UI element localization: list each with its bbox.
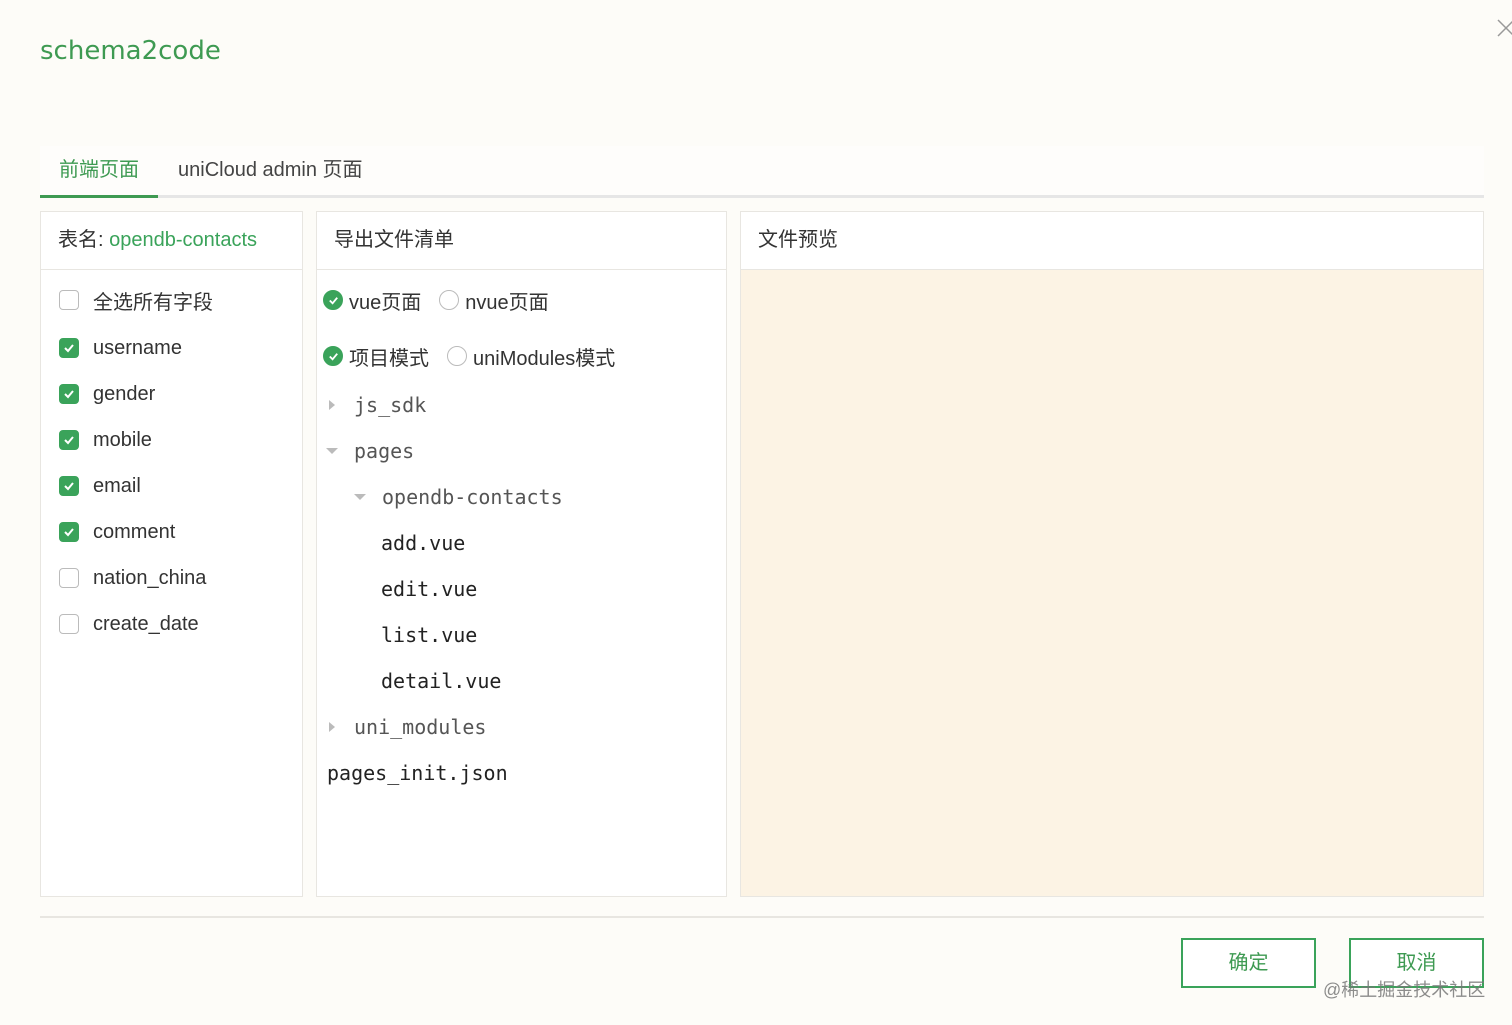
checkbox-check-icon (64, 436, 74, 445)
checkbox-check-icon (64, 390, 74, 399)
page-type-radio-group: vue页面 nvue页面 (323, 286, 567, 314)
tree-file-detail-vue[interactable]: detail.vue (381, 666, 501, 696)
preview-panel-header: 文件预览 (741, 212, 1483, 270)
field-checkbox-create-date[interactable]: create_date (59, 610, 199, 638)
preview-panel: 文件预览 (740, 211, 1484, 897)
tree-folder-js-sdk[interactable]: js_sdk (325, 390, 426, 420)
file-preview-area (741, 270, 1483, 896)
radio-label: vue页面 (349, 291, 422, 314)
tree-file-add-vue[interactable]: add.vue (381, 528, 465, 558)
tree-file-pages-init-json[interactable]: pages_init.json (327, 758, 508, 788)
tree-label: add.vue (381, 531, 466, 555)
radio-label: 项目模式 (349, 347, 429, 370)
field-label: gender (93, 382, 156, 405)
tree-file-list-vue[interactable]: list.vue (381, 620, 477, 650)
caret-down-icon (354, 494, 366, 500)
checkbox[interactable] (59, 614, 79, 634)
tree-label: opendb-contacts (382, 485, 563, 509)
field-label: mobile (93, 428, 152, 451)
footer-divider (40, 916, 1484, 918)
radio-check-icon (328, 296, 338, 305)
checkbox[interactable] (59, 522, 79, 542)
caret-right-icon (329, 722, 335, 732)
field-label: username (93, 336, 182, 359)
field-label: email (93, 474, 141, 497)
radio-check-icon (328, 352, 338, 361)
tree-folder-pages[interactable]: pages (325, 436, 414, 466)
radio-nvue-page[interactable]: nvue页面 (439, 286, 549, 315)
radio-label: uniModules模式 (473, 347, 616, 370)
tab-bar: 前端页面 uniCloud admin 页面 (40, 146, 1484, 198)
tree-label: pages (354, 439, 415, 463)
tree-label: pages_init.json (327, 761, 508, 785)
checkbox[interactable] (59, 338, 79, 358)
checkbox-check-icon (64, 528, 74, 537)
field-checkbox-email[interactable]: email (59, 472, 141, 500)
tree-label: js_sdk (354, 393, 427, 417)
checkbox-check-icon (64, 482, 74, 491)
table-name-prefix: 表名: (58, 229, 104, 251)
field-checkbox-nation-china[interactable]: nation_china (59, 564, 206, 592)
checkbox-check-icon (64, 344, 74, 353)
close-icon[interactable] (1494, 16, 1512, 40)
dialog-title: schema2code (40, 36, 221, 66)
field-checkbox-username[interactable]: username (59, 334, 182, 362)
field-checkbox-mobile[interactable]: mobile (59, 426, 152, 454)
field-checkbox-gender[interactable]: gender (59, 380, 155, 408)
confirm-button[interactable]: 确定 (1181, 938, 1316, 988)
radio-unimodules-mode[interactable]: uniModules模式 (447, 342, 615, 371)
checkbox[interactable] (59, 384, 79, 404)
tab-frontend-pages[interactable]: 前端页面 (40, 146, 158, 198)
field-label: create_date (93, 612, 199, 635)
tree-label: edit.vue (381, 577, 478, 601)
mode-radio-group: 项目模式 uniModules模式 (323, 342, 633, 370)
checkbox[interactable] (59, 290, 79, 310)
radio[interactable] (439, 290, 460, 310)
caret-right-icon (329, 400, 335, 410)
radio[interactable] (447, 346, 467, 366)
checkbox[interactable] (59, 568, 79, 588)
export-panel: 导出文件清单 vue页面 nvue页面 项目模式 uniModules模式 js… (316, 211, 727, 897)
table-name: opendb-contacts (109, 229, 258, 251)
caret-down-icon (326, 448, 338, 454)
tree-folder-opendb-contacts[interactable]: opendb-contacts (353, 482, 563, 512)
tree-file-edit-vue[interactable]: edit.vue (381, 574, 477, 604)
tree-label: list.vue (381, 623, 478, 647)
radio[interactable] (323, 290, 343, 310)
tree-folder-uni-modules[interactable]: uni_modules (325, 712, 486, 742)
fields-panel: 表名: opendb-contacts 全选所有字段 username gend… (40, 211, 303, 897)
radio-label: nvue页面 (465, 291, 549, 314)
field-checkbox-comment[interactable]: comment (59, 518, 175, 546)
tree-label: detail.vue (381, 669, 502, 693)
checkbox[interactable] (59, 476, 79, 496)
radio[interactable] (323, 346, 343, 366)
radio-project-mode[interactable]: 项目模式 (323, 342, 429, 371)
radio-vue-page[interactable]: vue页面 (323, 286, 421, 315)
field-label: comment (93, 520, 176, 543)
tab-unicloud-admin[interactable]: uniCloud admin 页面 (158, 146, 418, 198)
tree-label: uni_modules (354, 715, 487, 739)
select-all-checkbox[interactable]: 全选所有字段 (59, 286, 213, 314)
watermark: @稀土掘金技术社区 (1323, 980, 1486, 1000)
checkbox[interactable] (59, 430, 79, 450)
field-label: nation_china (93, 566, 207, 589)
select-all-label: 全选所有字段 (93, 291, 213, 314)
fields-panel-header: 表名: opendb-contacts (41, 212, 302, 270)
export-panel-header: 导出文件清单 (317, 212, 726, 270)
